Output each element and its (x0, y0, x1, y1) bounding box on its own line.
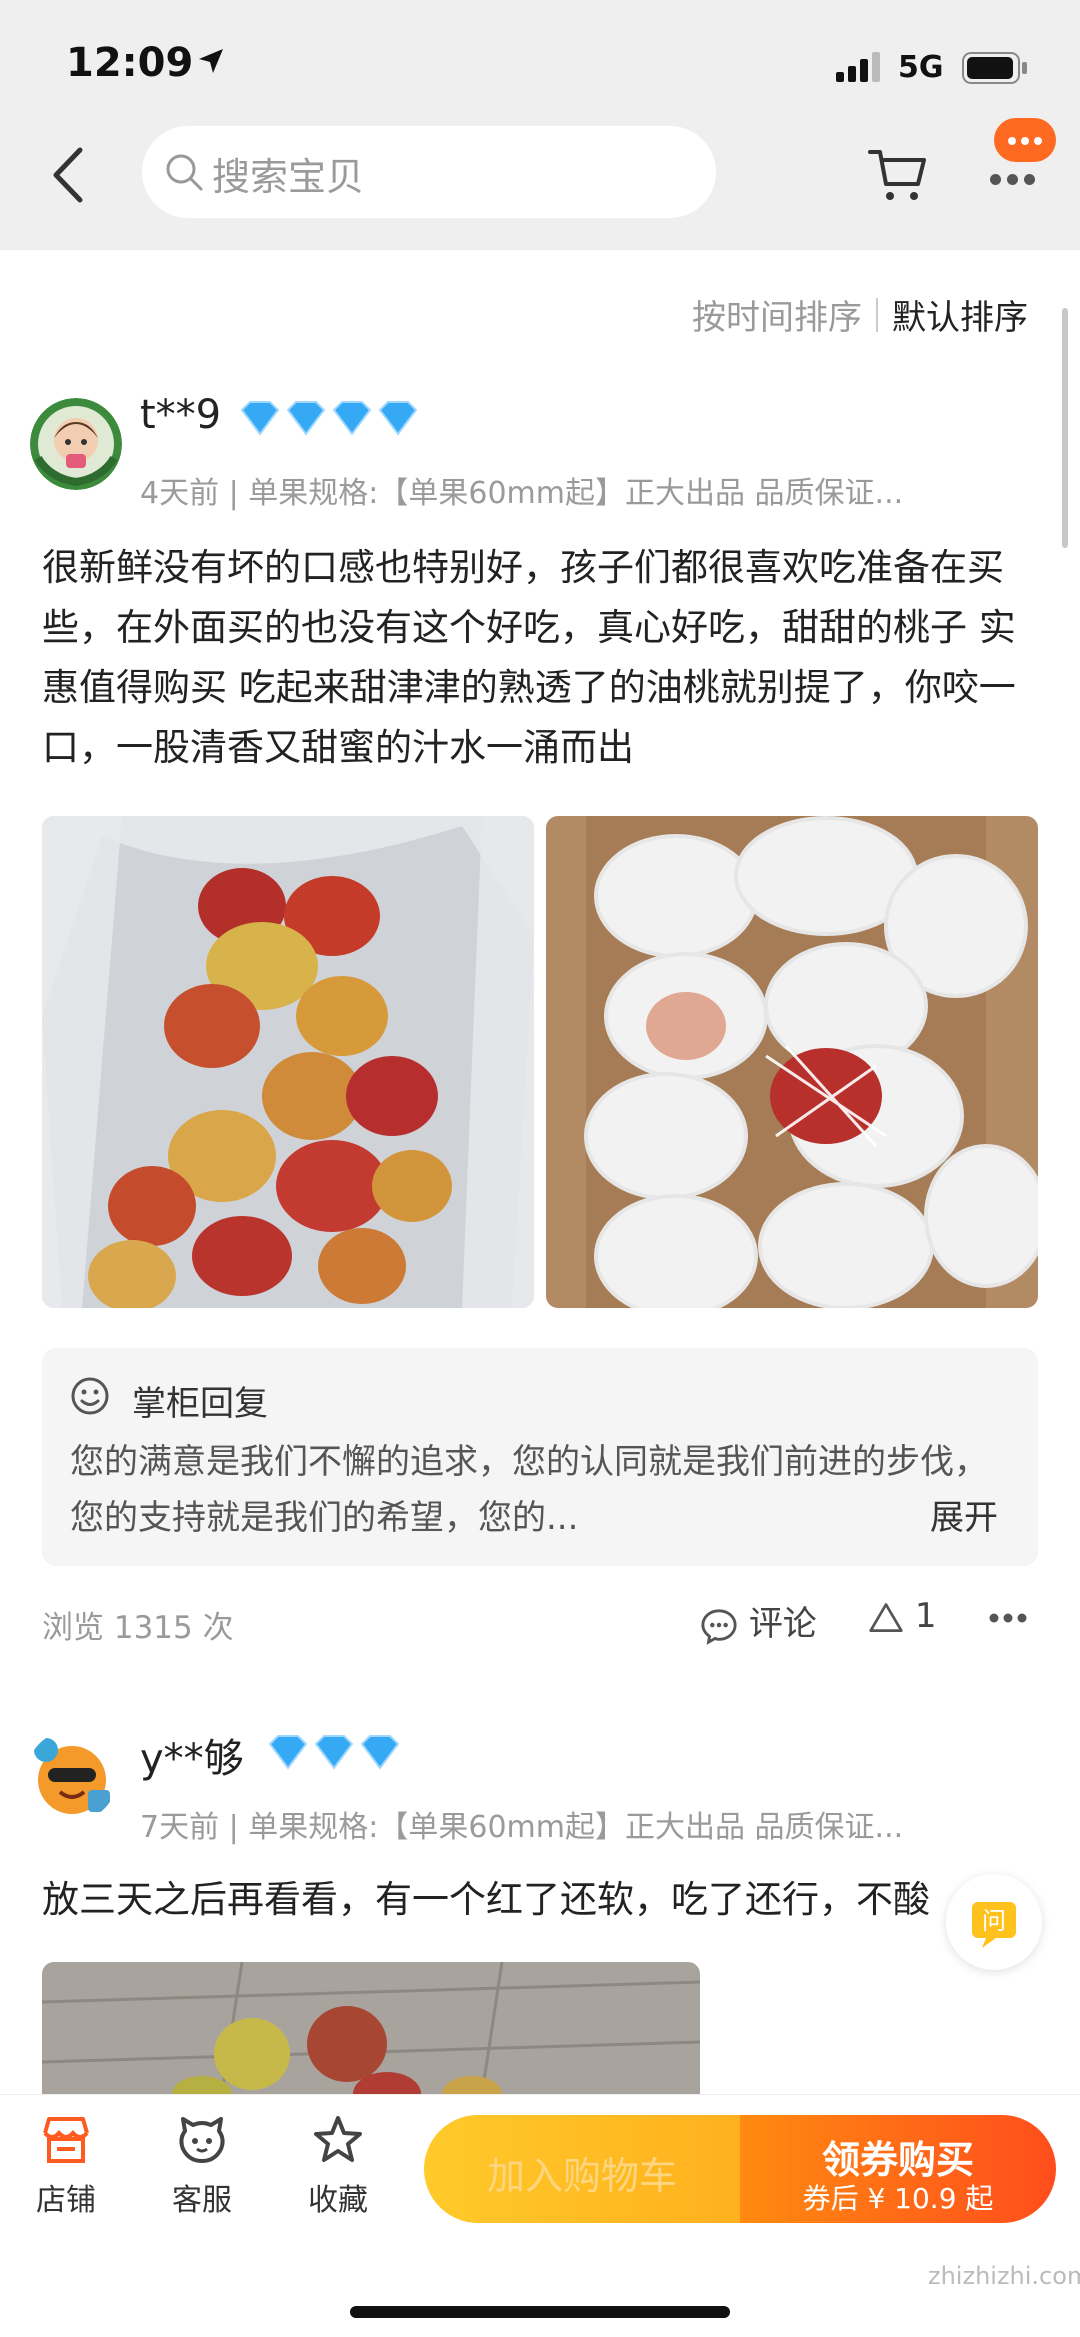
avatar[interactable] (30, 398, 122, 490)
customer-service-icon (179, 2117, 225, 2163)
buy-label: 领券购买 (821, 2138, 974, 2182)
like-triangle-icon (869, 1602, 903, 1632)
seller-reply-text: 您的满意是我们不懈的追求，您的认同就是我们前进的步伐，您的支持就是我们的希望，您… (70, 1442, 988, 1538)
review-meta: 7天前 | 单果规格:【单果60mm起】正大出品 品质保证... (140, 1810, 904, 1845)
sort-by-time[interactable]: 按时间排序 (692, 298, 862, 338)
like-button[interactable]: 1 (868, 1596, 936, 1636)
bottom-action-bar: 店铺 客服 收藏 加入购物车 领券购买 券后 ¥ 10.9 起 (0, 2094, 1080, 2337)
tab-favorite[interactable]: 收藏 (288, 2113, 388, 2219)
tab-store[interactable]: 店铺 (16, 2113, 116, 2219)
review-username: y**够 (140, 1736, 244, 1782)
more-icon[interactable] (988, 1612, 1028, 1624)
top-bar: 12:09 5G 搜索宝贝 (0, 0, 1080, 250)
back-button[interactable] (44, 140, 100, 210)
review-photo[interactable] (42, 1962, 700, 2094)
smile-icon (71, 1377, 109, 1415)
review-photo[interactable] (42, 816, 534, 1308)
buy-price: 券后 ¥ 10.9 起 (802, 2182, 994, 2215)
store-icon (43, 2117, 89, 2163)
search-icon (166, 154, 203, 191)
signal-icon (836, 52, 880, 82)
search-placeholder: 搜索宝贝 (212, 155, 365, 199)
star-icon (314, 2116, 362, 2162)
avatar[interactable] (26, 1730, 118, 1822)
seller-reply: 掌柜回复 您的满意是我们不懈的追求，您的认同就是我们前进的步伐，您的支持就是我们… (42, 1348, 1038, 1566)
home-indicator[interactable] (350, 2306, 730, 2318)
comment-label: 评论 (748, 1604, 817, 1644)
cart-icon[interactable] (868, 146, 928, 204)
diamond-level-icon (268, 1735, 400, 1770)
scrollbar[interactable] (1062, 308, 1068, 548)
battery-icon (962, 52, 1027, 84)
ask-question-button[interactable]: 问 (946, 1874, 1042, 1970)
network-label: 5G (898, 50, 944, 85)
expand-button[interactable]: 展开 (930, 1490, 998, 1539)
status-time: 12:09 (66, 40, 194, 86)
tab-label: 店铺 (36, 2183, 96, 2218)
tab-customer-service[interactable]: 客服 (152, 2113, 252, 2219)
comment-button[interactable]: 评论 (700, 1596, 817, 1645)
tab-label: 收藏 (308, 2183, 368, 2218)
question-icon: 问 (972, 1902, 1016, 1948)
location-arrow-icon (199, 49, 223, 73)
coupon-buy-button[interactable]: 领券购买 券后 ¥ 10.9 起 (740, 2115, 1056, 2223)
like-count: 1 (914, 1596, 937, 1636)
view-count: 浏览 1315 次 (42, 1610, 234, 1646)
add-to-cart-label: 加入购物车 (486, 2154, 677, 2198)
review-text: 很新鲜没有坏的口感也特别好，孩子们都很喜欢吃准备在买些，在外面买的也没有这个好吃… (42, 546, 1016, 769)
diamond-level-icon (240, 401, 418, 436)
sort-divider (876, 297, 878, 332)
watermark: zhizhizhi.com (928, 2262, 1080, 2290)
ask-label: 问 (982, 1907, 1006, 1935)
review-meta: 4天前 | 单果规格:【单果60mm起】正大出品 品质保证... (140, 476, 904, 511)
search-input[interactable]: 搜索宝贝 (142, 126, 716, 218)
more-menu-button[interactable] (984, 118, 1060, 194)
review-text: 放三天之后再看看，有一个红了还软，吃了还行，不酸 (42, 1878, 930, 1921)
seller-reply-title: 掌柜回复 (132, 1384, 268, 1424)
add-to-cart-button[interactable]: 加入购物车 (424, 2115, 740, 2223)
review-username: t**9 (140, 392, 222, 438)
tab-label: 客服 (172, 2183, 232, 2218)
comment-icon (701, 1608, 737, 1645)
message-badge (994, 118, 1056, 162)
sort-bar: 按时间排序 默认排序 (692, 290, 1028, 339)
review-photo[interactable] (546, 816, 1038, 1308)
sort-default[interactable]: 默认排序 (892, 298, 1028, 338)
